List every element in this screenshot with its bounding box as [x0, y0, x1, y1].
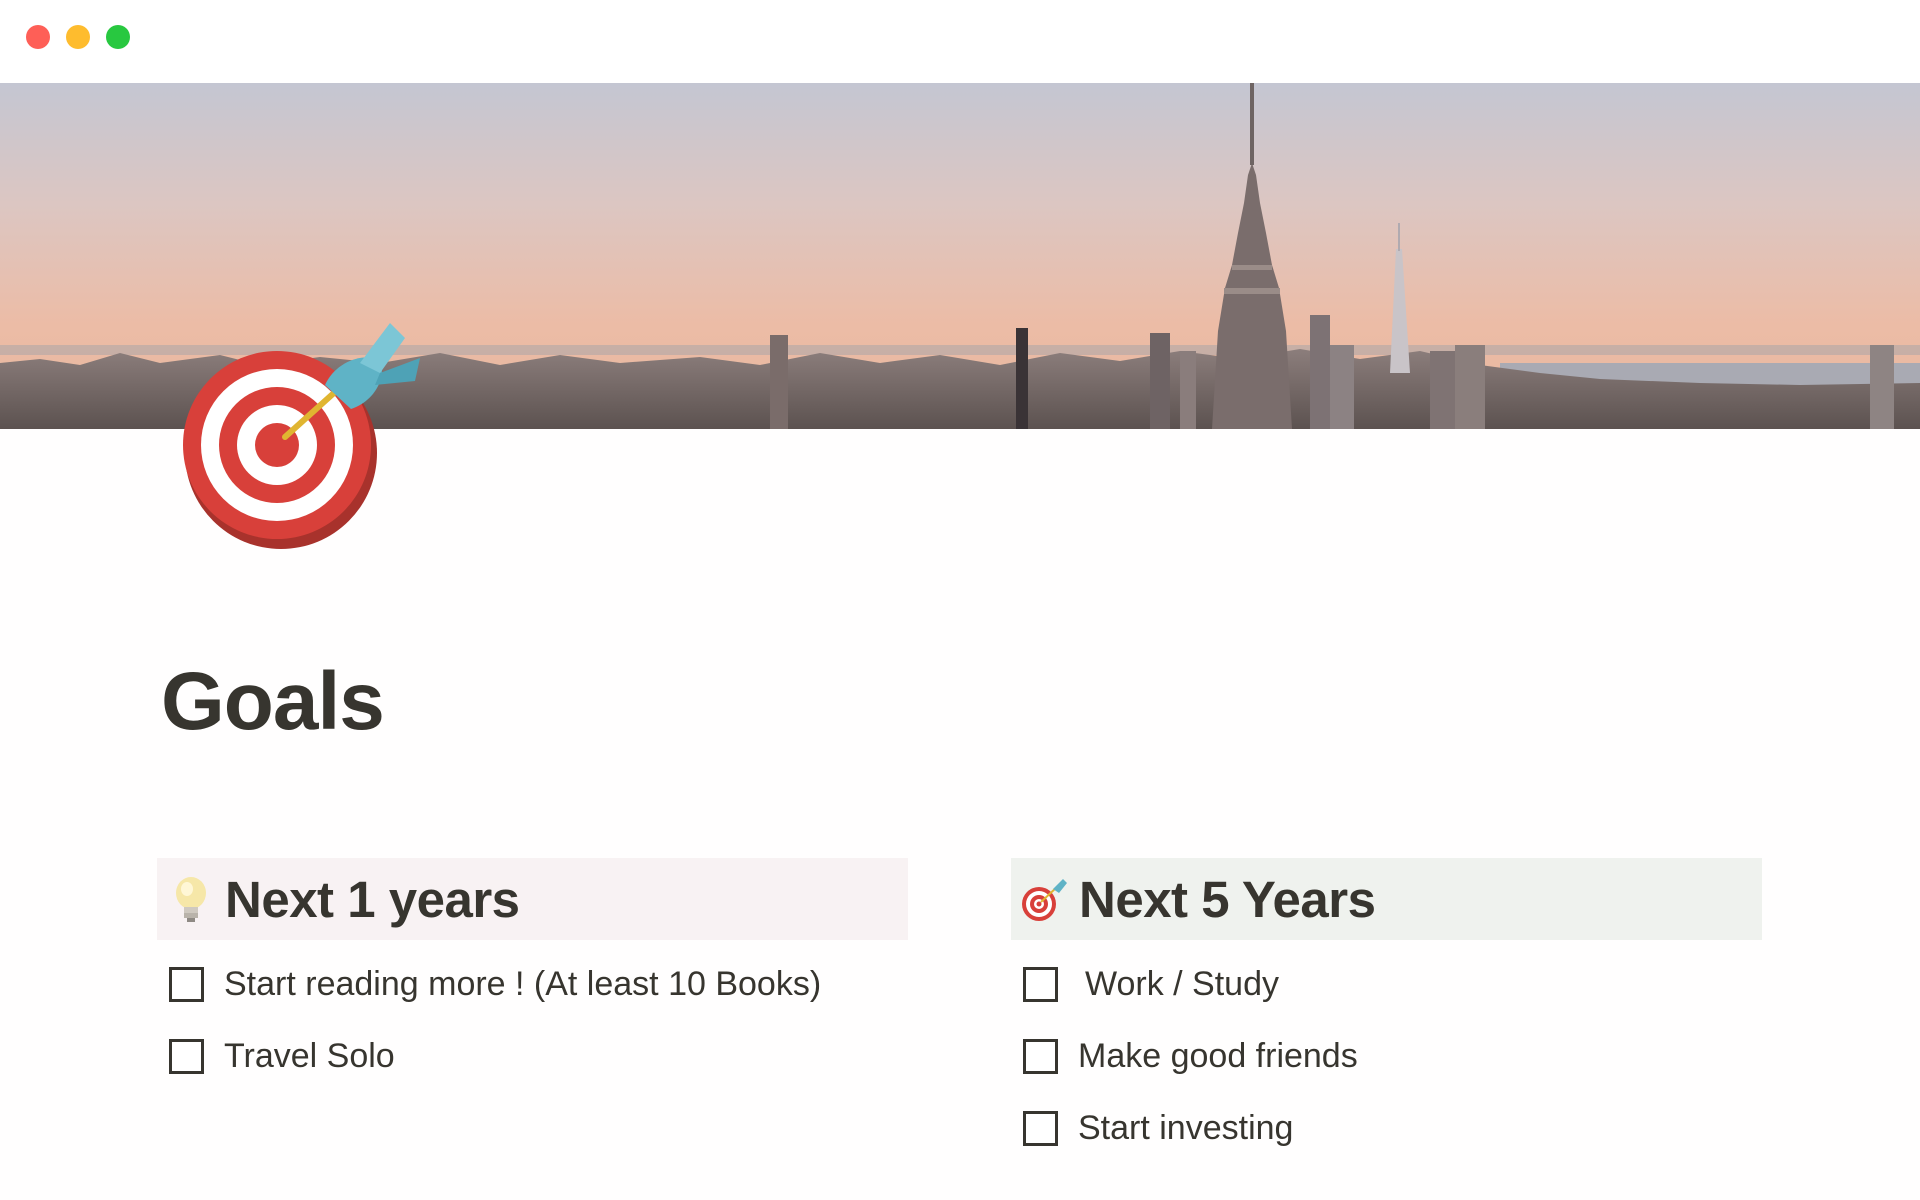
- page-title[interactable]: Goals: [161, 655, 385, 749]
- heading-next-1-years[interactable]: Next 1 years: [157, 858, 908, 940]
- todo-label[interactable]: Start investing: [1078, 1109, 1293, 1148]
- todo-item: Travel Solo: [157, 1020, 908, 1092]
- todo-list: Start reading more ! (At least 10 Books)…: [157, 940, 908, 1092]
- todo-checkbox[interactable]: [1023, 1038, 1058, 1074]
- todo-label[interactable]: Work / Study: [1085, 965, 1279, 1004]
- todo-checkbox[interactable]: [169, 966, 204, 1002]
- todo-item: Work / Study: [1011, 948, 1762, 1020]
- goals-column-1-year: Next 1 years Start reading more ! (At le…: [157, 858, 908, 1092]
- todo-label[interactable]: Travel Solo: [224, 1037, 395, 1076]
- heading-text: Next 5 Years: [1079, 870, 1376, 928]
- goals-column-5-years: Next 5 Years Work / Study Make good frie…: [1011, 858, 1762, 1164]
- direct-hit-icon[interactable]: [175, 303, 475, 553]
- window-close-button[interactable]: [26, 25, 50, 49]
- heading-next-5-years[interactable]: Next 5 Years: [1011, 858, 1762, 940]
- window-maximize-button[interactable]: [106, 25, 130, 49]
- todo-checkbox[interactable]: [1023, 1110, 1058, 1146]
- todo-checkbox[interactable]: [169, 1038, 204, 1074]
- todo-list: Work / Study Make good friends Start inv…: [1011, 940, 1762, 1164]
- todo-item: Start investing: [1011, 1092, 1762, 1164]
- todo-item: Start reading more ! (At least 10 Books): [157, 948, 908, 1020]
- direct-hit-icon: [1022, 879, 1067, 921]
- heading-text: Next 1 years: [225, 870, 520, 928]
- todo-label[interactable]: Start reading more ! (At least 10 Books): [224, 965, 821, 1004]
- todo-checkbox[interactable]: [1023, 966, 1058, 1002]
- window-minimize-button[interactable]: [66, 25, 90, 49]
- todo-label[interactable]: Make good friends: [1078, 1037, 1358, 1076]
- light-bulb-icon: [176, 877, 206, 922]
- window-titlebar: [0, 0, 1920, 83]
- todo-item: Make good friends: [1011, 1020, 1762, 1092]
